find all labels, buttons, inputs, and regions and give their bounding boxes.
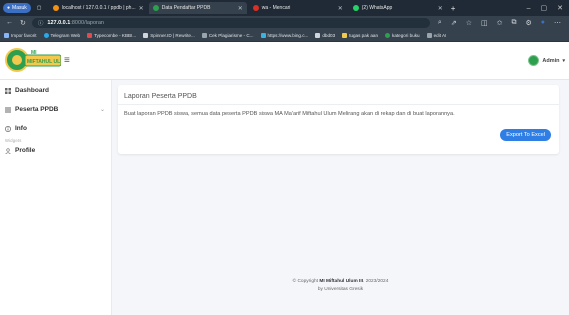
info-icon [5, 125, 11, 132]
sidebar-item-info[interactable]: Info [5, 125, 105, 132]
extensions-icon[interactable]: ⚙ [525, 19, 531, 27]
bookmark-item[interactable]: Spinner.ID | Rewrite... [143, 33, 195, 38]
browser-tab-whatsapp[interactable]: (2) WhatsApp ✕ [349, 2, 447, 14]
minimize-button[interactable]: – [527, 5, 531, 12]
export-excel-button[interactable]: Export To Excel [500, 129, 551, 141]
school-logo[interactable]: MI MIFTAHUL ULUM III [5, 45, 74, 75]
favorites-icon[interactable]: ✩ [497, 19, 503, 27]
close-window-button[interactable]: ✕ [557, 4, 563, 12]
star-icon[interactable]: ☆ [466, 19, 472, 27]
close-tab-icon[interactable]: ✕ [438, 5, 443, 12]
bookmarks-bar: Impor favorit Telegram Web Typecombe - K… [0, 30, 569, 42]
user-menu[interactable]: Admin ▾ [528, 55, 565, 66]
page-icon [315, 33, 321, 38]
svg-text:MIFTAHUL ULUM III: MIFTAHUL ULUM III [27, 59, 61, 65]
import-icon [4, 33, 9, 38]
report-card: Laporan Peserta PPDB Buat laporan PPDB s… [118, 85, 559, 154]
close-tab-icon[interactable]: ✕ [238, 5, 243, 12]
card-description: Buat laporan PPDB siswa, semua data pese… [124, 111, 455, 117]
address-bar-row: ← ↻ ⓘ 127.0.0.1:8000/laporan ⌕ ⇗ ☆ ◫ ✩ ⧉… [0, 16, 569, 30]
bookmark-item[interactable]: Cek Plagiarisme - C... [201, 33, 254, 38]
back-arrow-icon[interactable]: ← [6, 19, 13, 27]
page-icon [143, 33, 149, 38]
bookmark-item[interactable]: Typecombe - KBBI... [87, 33, 136, 38]
search-favicon-icon [252, 5, 259, 11]
sidebar: Dashboard Peserta PPDB ⌄ Info Widgets Pr… [0, 80, 112, 315]
user-avatar [528, 55, 540, 66]
sidebar-item-profile[interactable]: Profile [5, 147, 105, 154]
app-navbar: MI MIFTAHUL ULUM III ≡ Admin ▾ [0, 42, 569, 80]
bookmark-item[interactable]: kategori buku [385, 33, 420, 38]
window-controls: – ▢ ✕ [527, 0, 569, 16]
bookmark-item[interactable]: dbd03 [315, 33, 335, 38]
page-footer: © Copyright MI Miftahul Ulum III. 2023/2… [112, 278, 569, 294]
close-tab-icon[interactable]: ✕ [338, 5, 343, 12]
site-favicon-icon [152, 5, 159, 11]
card-divider [118, 104, 559, 105]
new-tab-button[interactable]: + [451, 4, 456, 13]
whatsapp-favicon-icon [352, 5, 359, 11]
school-logo-icon: MI MIFTAHUL ULUM III [5, 48, 74, 72]
maximize-button[interactable]: ▢ [541, 4, 548, 12]
chevron-down-icon: ▾ [562, 57, 565, 64]
sidebar-item-peserta-ppdb[interactable]: Peserta PPDB ⌄ [5, 106, 105, 113]
bookmark-item[interactable]: edit AI [426, 33, 446, 38]
chevron-down-icon: ⌄ [99, 107, 105, 113]
svg-text:MI: MI [31, 50, 37, 56]
browser-toolbar-icons: ⌕ ⇗ ☆ ◫ ✩ ⧉ ⚙ ● ⋯ [430, 19, 569, 27]
phpmyadmin-favicon-icon [52, 5, 59, 11]
hamburger-icon[interactable]: ≡ [64, 56, 70, 66]
grid-icon [5, 87, 11, 94]
sidebar-section-heading: Widgets [5, 138, 22, 143]
share-icon[interactable]: ⇗ [451, 19, 457, 27]
page-icon [201, 33, 207, 38]
browser-tab-search[interactable]: wa - Mencari ✕ [249, 2, 347, 14]
bookmark-folder[interactable]: tugas pak aan [342, 33, 378, 38]
page-icon [426, 33, 432, 38]
browser-tab-data-pendaftar[interactable]: Data Pendaftar PPDB ✕ [148, 2, 247, 14]
telegram-icon [43, 33, 49, 38]
close-tab-icon[interactable]: ✕ [139, 5, 144, 12]
profile-avatar-icon[interactable]: ● [541, 19, 545, 27]
zoom-icon[interactable]: ⌕ [438, 19, 442, 27]
card-title: Laporan Peserta PPDB [124, 93, 197, 100]
browser-tab-strip: ● Masuk ▢ localhost / 127.0.0.1 / ppdb |… [0, 0, 569, 16]
browser-tab-actions[interactable]: ▢ [33, 2, 47, 14]
kbbi-icon [87, 33, 93, 38]
profile-icon: ● [7, 5, 11, 11]
site-icon [385, 33, 391, 38]
bing-icon [260, 33, 266, 38]
more-menu-icon[interactable]: ⋯ [554, 19, 561, 27]
footer-credit: by Universitas Gresik [317, 287, 364, 292]
bookmark-item[interactable]: Impor favorit [4, 33, 37, 38]
browser-nav-buttons: ← ↻ [0, 19, 32, 27]
bookmark-item[interactable]: https://www.bing.c... [260, 33, 308, 38]
info-circle-icon: ⓘ [37, 21, 44, 27]
sidebar-item-dashboard[interactable]: Dashboard [5, 87, 105, 94]
url-input[interactable]: ⓘ 127.0.0.1:8000/laporan [31, 18, 430, 28]
bookmark-item[interactable]: Telegram Web [43, 33, 80, 38]
split-screen-icon[interactable]: ◫ [481, 19, 488, 27]
user-icon [5, 147, 11, 154]
list-icon [5, 107, 11, 112]
browser-profile-button[interactable]: ● Masuk [3, 3, 31, 13]
tab-actions-icon: ▢ [36, 5, 42, 11]
folder-icon [342, 33, 348, 38]
browser-tab-phpmyadmin[interactable]: localhost / 127.0.0.1 / ppdb | ph... ✕ [49, 2, 147, 14]
footer-copyright: © Copyright MI Miftahul Ulum III. 2023/2… [292, 279, 389, 284]
collections-icon[interactable]: ⧉ [511, 19, 516, 27]
reload-icon[interactable]: ↻ [20, 19, 26, 27]
